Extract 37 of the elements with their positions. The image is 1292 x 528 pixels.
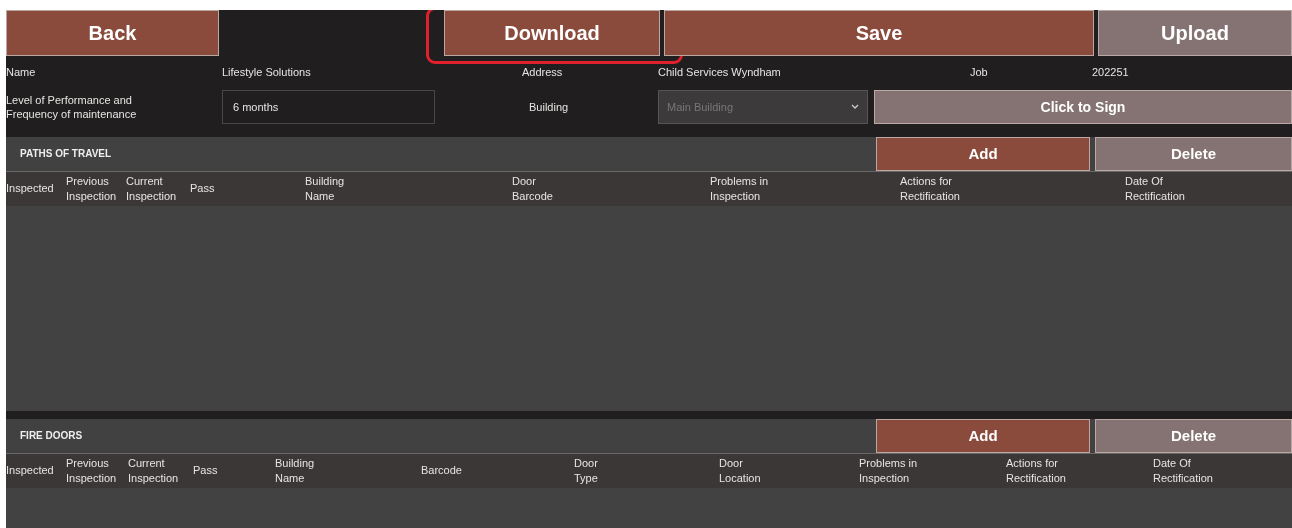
column-header: Pass bbox=[190, 181, 216, 197]
field-label: Building bbox=[528, 100, 570, 115]
column-header: Problems in Inspection bbox=[859, 455, 919, 486]
field-value: Lifestyle Solutions bbox=[222, 64, 312, 80]
field-value: 202251 bbox=[1092, 64, 1130, 80]
column-header: Barcode bbox=[421, 463, 463, 479]
column-header: Building Name bbox=[275, 455, 316, 486]
column-header: Previous Inspection bbox=[66, 455, 118, 486]
add-button[interactable]: Add bbox=[876, 137, 1090, 171]
column-header: Building Name bbox=[305, 174, 346, 204]
column-header: Problems in Inspection bbox=[710, 174, 770, 204]
section-title: FIRE DOORS bbox=[19, 430, 84, 442]
column-header: Inspected bbox=[6, 463, 55, 479]
field-label: Job bbox=[970, 64, 989, 80]
column-header: Door Type bbox=[574, 455, 599, 486]
section-title: PATHS OF TRAVEL bbox=[19, 148, 113, 160]
column-header: Current Inspection bbox=[128, 455, 180, 486]
input-field[interactable]: 6 months bbox=[222, 90, 435, 125]
toolbar-button[interactable]: Download bbox=[444, 10, 660, 57]
add-button[interactable]: Add bbox=[876, 419, 1090, 453]
column-header: Date Of Rectification bbox=[1153, 455, 1214, 486]
column-header: Previous Inspection bbox=[66, 174, 118, 204]
toolbar-button[interactable]: Back bbox=[6, 10, 219, 57]
column-header: Door Location bbox=[719, 455, 762, 486]
column-header: Actions for Rectification bbox=[1006, 455, 1067, 486]
toolbar-button[interactable]: Save bbox=[664, 10, 1094, 57]
chevron-down-icon bbox=[851, 104, 859, 111]
column-header: Current Inspection bbox=[126, 174, 178, 204]
field-label: Name bbox=[6, 64, 37, 80]
column-header: Pass bbox=[193, 463, 219, 479]
field-value: Child Services Wyndham bbox=[658, 64, 782, 80]
field-label: Address bbox=[522, 64, 564, 80]
column-header: Actions for Rectification bbox=[900, 174, 961, 204]
column-header: Door Barcode bbox=[512, 174, 554, 204]
column-header: Inspected bbox=[6, 181, 55, 197]
field-label: Level of Performance and Frequency of maintenance bbox=[6, 92, 138, 123]
column-header: Date Of Rectification bbox=[1125, 174, 1186, 204]
